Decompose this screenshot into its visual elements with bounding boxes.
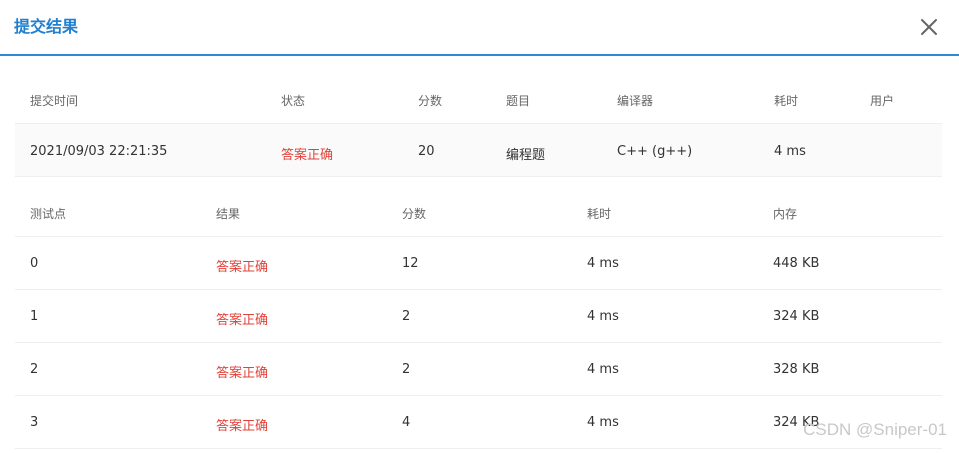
case-duration: 4 ms <box>587 256 619 271</box>
submission-score: 20 <box>418 144 435 159</box>
submission-duration: 4 ms <box>774 144 806 159</box>
header-case-score: 分数 <box>402 207 427 221</box>
submission-table: 提交时间 状态 分数 题目 编译器 耗时 用户 2021/09/03 22:21… <box>15 72 942 177</box>
case-result: 答案正确 <box>216 260 269 275</box>
dialog-title: 提交结果 <box>14 17 79 36</box>
case-duration: 4 ms <box>587 362 619 377</box>
case-id: 3 <box>30 415 39 430</box>
case-result: 答案正确 <box>216 313 269 328</box>
problem-link[interactable]: 编程题 <box>506 144 545 163</box>
case-result: 答案正确 <box>216 419 269 434</box>
case-memory: 448 KB <box>773 256 820 271</box>
header-submit-time: 提交时间 <box>30 94 79 108</box>
submission-row: 2021/09/03 22:21:35 答案正确 20 编程题 C++ (g++… <box>15 124 942 177</box>
case-score: 2 <box>402 309 411 324</box>
case-score: 2 <box>402 362 411 377</box>
case-memory: 328 KB <box>773 362 820 377</box>
close-button[interactable] <box>919 17 939 37</box>
case-id: 1 <box>30 309 39 324</box>
header-user: 用户 <box>870 94 895 108</box>
submit-time: 2021/09/03 22:21:35 <box>30 144 168 159</box>
header-score: 分数 <box>418 94 443 108</box>
case-id: 0 <box>30 256 39 271</box>
header-result: 结果 <box>216 207 241 221</box>
compiler-name: C++ (g++) <box>617 144 693 159</box>
testcase-table-header: 测试点 结果 分数 耗时 内存 <box>15 176 942 237</box>
case-id: 2 <box>30 362 39 377</box>
header-status: 状态 <box>281 94 306 108</box>
case-score: 12 <box>402 256 419 271</box>
dialog-header: 提交结果 <box>0 0 959 56</box>
submission-result-dialog: 提交结果 提交时间 状态 分数 题目 编译器 耗时 用户 2021/09/03 … <box>0 0 959 453</box>
header-case-id: 测试点 <box>30 207 67 221</box>
case-result: 答案正确 <box>216 366 269 381</box>
case-memory: 324 KB <box>773 309 820 324</box>
header-memory: 内存 <box>773 207 798 221</box>
table-row: 0 答案正确 12 4 ms 448 KB <box>15 237 942 290</box>
case-duration: 4 ms <box>587 415 619 430</box>
submission-table-header: 提交时间 状态 分数 题目 编译器 耗时 用户 <box>15 72 942 124</box>
close-icon <box>921 19 937 35</box>
watermark: CSDN @Sniper-01 <box>803 420 947 439</box>
table-row: 1 答案正确 2 4 ms 324 KB <box>15 290 942 343</box>
case-duration: 4 ms <box>587 309 619 324</box>
header-problem: 题目 <box>506 94 531 108</box>
header-duration: 耗时 <box>774 94 799 108</box>
table-row: 2 答案正确 2 4 ms 328 KB <box>15 343 942 396</box>
status-badge: 答案正确 <box>281 148 334 163</box>
case-score: 4 <box>402 415 411 430</box>
header-case-duration: 耗时 <box>587 207 612 221</box>
header-compiler: 编译器 <box>617 94 654 108</box>
testcase-table: 测试点 结果 分数 耗时 内存 0 答案正确 12 4 ms 448 KB 1 … <box>15 176 942 449</box>
